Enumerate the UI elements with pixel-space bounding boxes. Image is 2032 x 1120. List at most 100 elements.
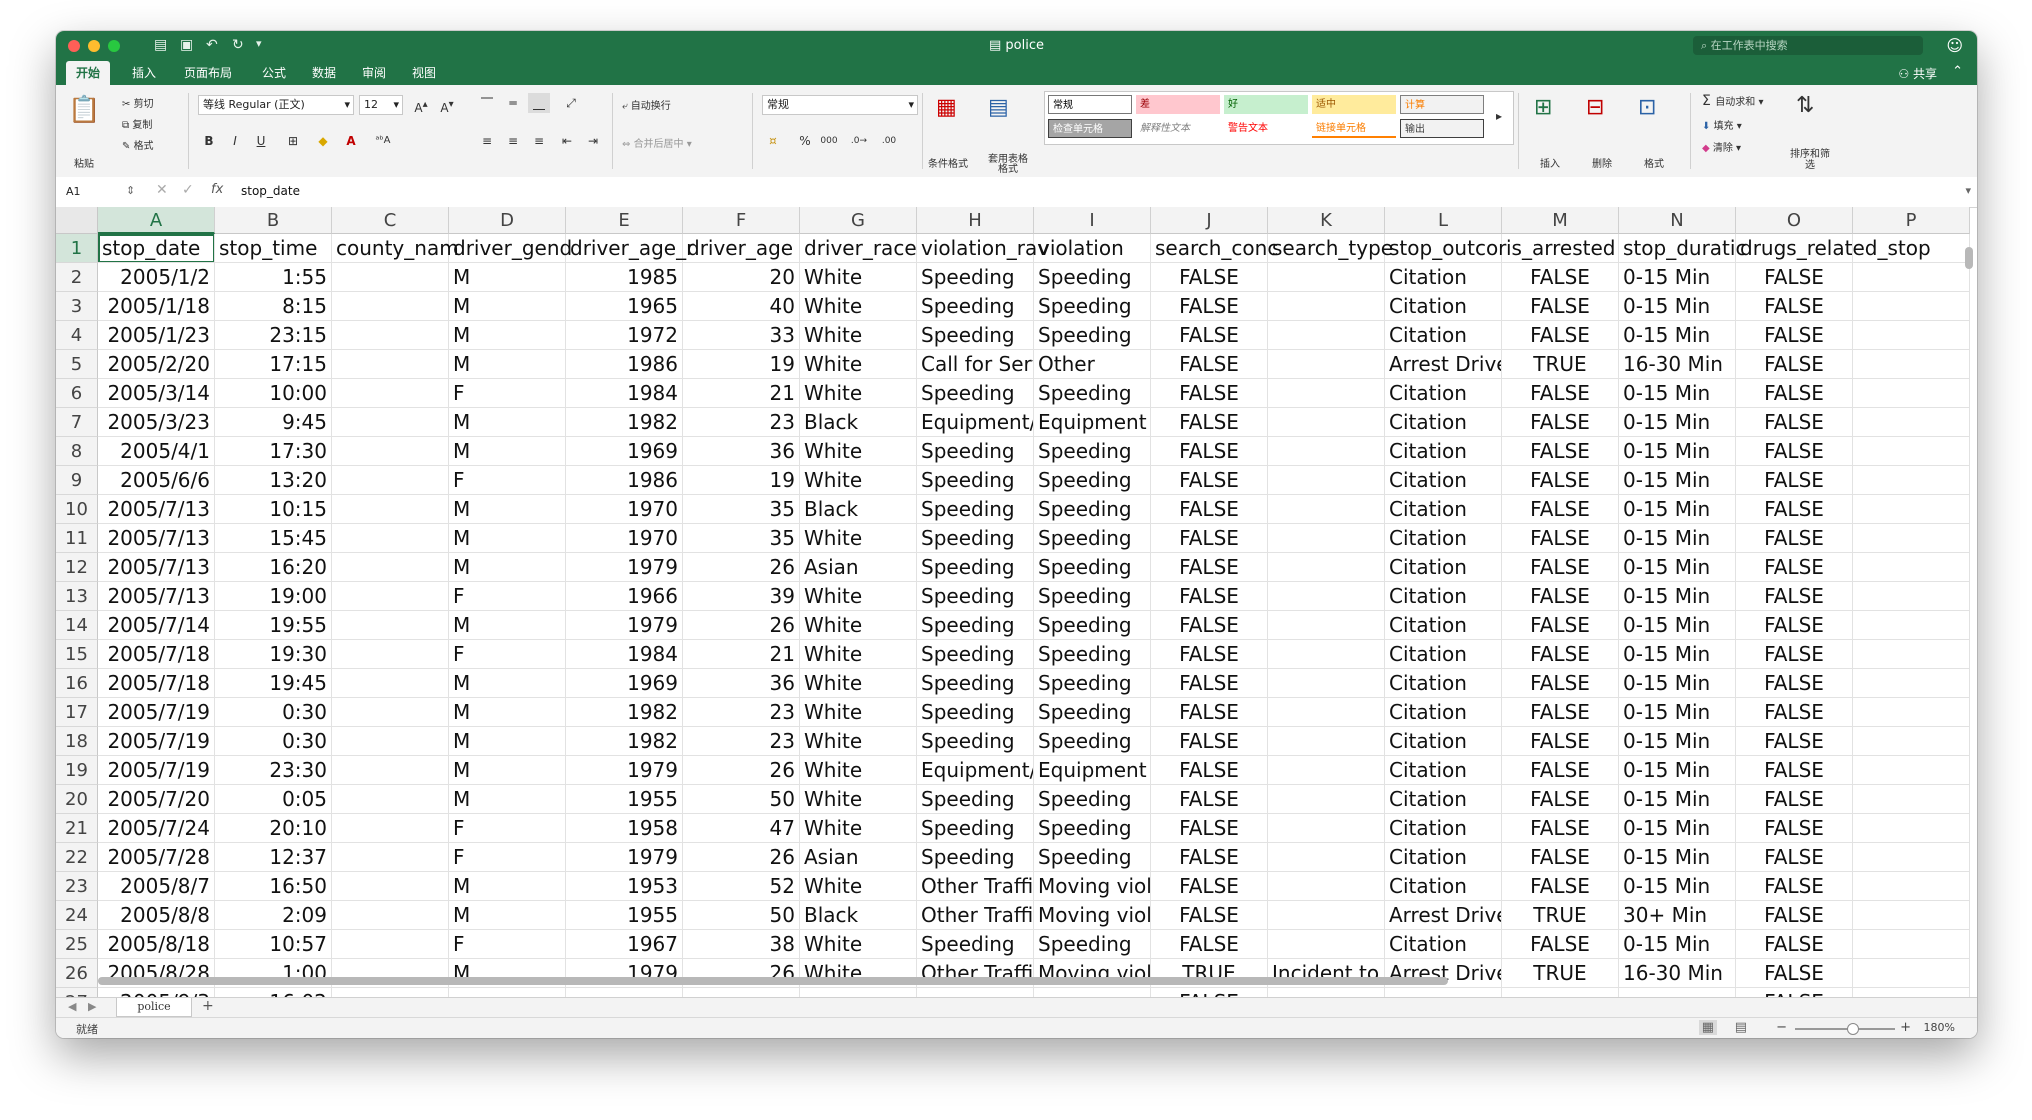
- name-box-stepper-icon[interactable]: ⇕: [126, 184, 135, 197]
- zoom-slider[interactable]: [1795, 1028, 1895, 1030]
- data-cell[interactable]: Speeding: [917, 292, 1034, 321]
- data-cell[interactable]: Speeding: [1034, 727, 1151, 756]
- data-cell[interactable]: [332, 350, 449, 379]
- data-cell[interactable]: M: [449, 408, 566, 437]
- data-cell[interactable]: 2005/8/18: [98, 930, 215, 959]
- data-cell[interactable]: Speeding: [1034, 524, 1151, 553]
- data-cell[interactable]: 23: [683, 408, 800, 437]
- data-cell[interactable]: FALSE: [1151, 756, 1268, 785]
- align-left-icon[interactable]: ≡: [476, 131, 498, 151]
- data-cell[interactable]: [1853, 437, 1970, 466]
- data-cell[interactable]: FALSE: [1736, 901, 1853, 930]
- data-cell[interactable]: [1853, 553, 1970, 582]
- data-cell[interactable]: 0-15 Min: [1619, 930, 1736, 959]
- data-cell[interactable]: 0-15 Min: [1619, 437, 1736, 466]
- data-cell[interactable]: [332, 321, 449, 350]
- data-cell[interactable]: [1268, 553, 1385, 582]
- fill-color-icon[interactable]: ◆: [312, 131, 334, 151]
- data-cell[interactable]: FALSE: [1151, 930, 1268, 959]
- data-cell[interactable]: FALSE: [1736, 263, 1853, 292]
- data-cell[interactable]: White: [800, 350, 917, 379]
- header-cell[interactable]: county_nam: [332, 234, 459, 263]
- data-cell[interactable]: Citation: [1385, 321, 1502, 350]
- data-cell[interactable]: 12:37: [215, 843, 332, 872]
- data-cell[interactable]: FALSE: [1151, 988, 1268, 997]
- data-cell[interactable]: 2005/1/18: [98, 292, 215, 321]
- styles-more-icon[interactable]: ▸: [1496, 109, 1502, 123]
- data-cell[interactable]: FALSE: [1151, 379, 1268, 408]
- row-header[interactable]: 20: [56, 785, 98, 814]
- data-cell[interactable]: White: [800, 930, 917, 959]
- data-cell[interactable]: 50: [683, 785, 800, 814]
- data-cell[interactable]: Speeding: [917, 495, 1034, 524]
- data-cell[interactable]: [332, 437, 449, 466]
- paste-icon[interactable]: 📋: [68, 95, 100, 125]
- data-cell[interactable]: 2005/9/3: [98, 988, 215, 997]
- data-cell[interactable]: [332, 669, 449, 698]
- data-cell[interactable]: [1268, 408, 1385, 437]
- share-button[interactable]: ⚇ 共享: [1898, 65, 1937, 82]
- data-cell[interactable]: [1853, 756, 1970, 785]
- data-cell[interactable]: White: [800, 321, 917, 350]
- bold-button[interactable]: B: [198, 131, 220, 151]
- data-cell[interactable]: [332, 466, 449, 495]
- row-header[interactable]: 26: [56, 959, 98, 988]
- data-cell[interactable]: 38: [683, 930, 800, 959]
- data-cell[interactable]: Speeding: [1034, 930, 1151, 959]
- data-cell[interactable]: 1970: [566, 524, 683, 553]
- data-cell[interactable]: 26: [683, 553, 800, 582]
- data-cell[interactable]: 0-15 Min: [1619, 524, 1736, 553]
- data-cell[interactable]: Speeding: [1034, 466, 1151, 495]
- data-cell[interactable]: FALSE: [1151, 495, 1268, 524]
- data-cell[interactable]: 1972: [566, 321, 683, 350]
- row-header[interactable]: 25: [56, 930, 98, 959]
- data-cell[interactable]: White: [800, 872, 917, 901]
- data-cell[interactable]: 19:55: [215, 611, 332, 640]
- data-cell[interactable]: 26: [683, 756, 800, 785]
- data-cell[interactable]: White: [800, 379, 917, 408]
- data-cell[interactable]: 2005/7/13: [98, 495, 215, 524]
- data-cell[interactable]: Speeding: [917, 669, 1034, 698]
- data-cell[interactable]: Black: [800, 408, 917, 437]
- data-cell[interactable]: [332, 988, 449, 997]
- data-cell[interactable]: Citation: [1385, 408, 1502, 437]
- data-cell[interactable]: M: [449, 901, 566, 930]
- data-cell[interactable]: FALSE: [1151, 785, 1268, 814]
- column-header-b[interactable]: B: [215, 207, 332, 234]
- data-cell[interactable]: 2005/7/20: [98, 785, 215, 814]
- data-cell[interactable]: FALSE: [1736, 814, 1853, 843]
- data-cell[interactable]: [332, 495, 449, 524]
- style-neutral[interactable]: 适中: [1312, 95, 1396, 114]
- row-header[interactable]: 6: [56, 379, 98, 408]
- data-cell[interactable]: Asian: [800, 843, 917, 872]
- data-cell[interactable]: White: [800, 524, 917, 553]
- data-cell[interactable]: [1853, 495, 1970, 524]
- vertical-scrollbar[interactable]: [1965, 247, 1973, 269]
- row-header[interactable]: 5: [56, 350, 98, 379]
- data-cell[interactable]: FALSE: [1736, 553, 1853, 582]
- header-cell[interactable]: driver_race: [800, 234, 917, 263]
- data-cell[interactable]: 2005/3/14: [98, 379, 215, 408]
- tab-home[interactable]: 开始: [66, 61, 111, 85]
- data-cell[interactable]: F: [449, 379, 566, 408]
- data-cell[interactable]: 35: [683, 524, 800, 553]
- decrease-font-button[interactable]: A▾: [436, 95, 458, 115]
- data-cell[interactable]: [1268, 524, 1385, 553]
- data-cell[interactable]: Citation: [1385, 756, 1502, 785]
- data-cell[interactable]: 2005/6/6: [98, 466, 215, 495]
- data-cell[interactable]: [917, 988, 1034, 997]
- data-cell[interactable]: 1982: [566, 727, 683, 756]
- data-cell[interactable]: M: [449, 872, 566, 901]
- style-check-cell[interactable]: 检查单元格: [1048, 119, 1132, 138]
- header-cell[interactable]: driver_gend: [449, 234, 572, 263]
- column-header-c[interactable]: C: [332, 207, 449, 234]
- data-cell[interactable]: 0-15 Min: [1619, 495, 1736, 524]
- data-cell[interactable]: [332, 263, 449, 292]
- data-cell[interactable]: 2005/7/13: [98, 582, 215, 611]
- data-cell[interactable]: [332, 901, 449, 930]
- row-header[interactable]: 23: [56, 872, 98, 901]
- column-header-o[interactable]: O: [1736, 207, 1853, 234]
- data-cell[interactable]: M: [449, 669, 566, 698]
- data-cell[interactable]: 19: [683, 350, 800, 379]
- header-cell[interactable]: driver_age_r: [566, 234, 694, 263]
